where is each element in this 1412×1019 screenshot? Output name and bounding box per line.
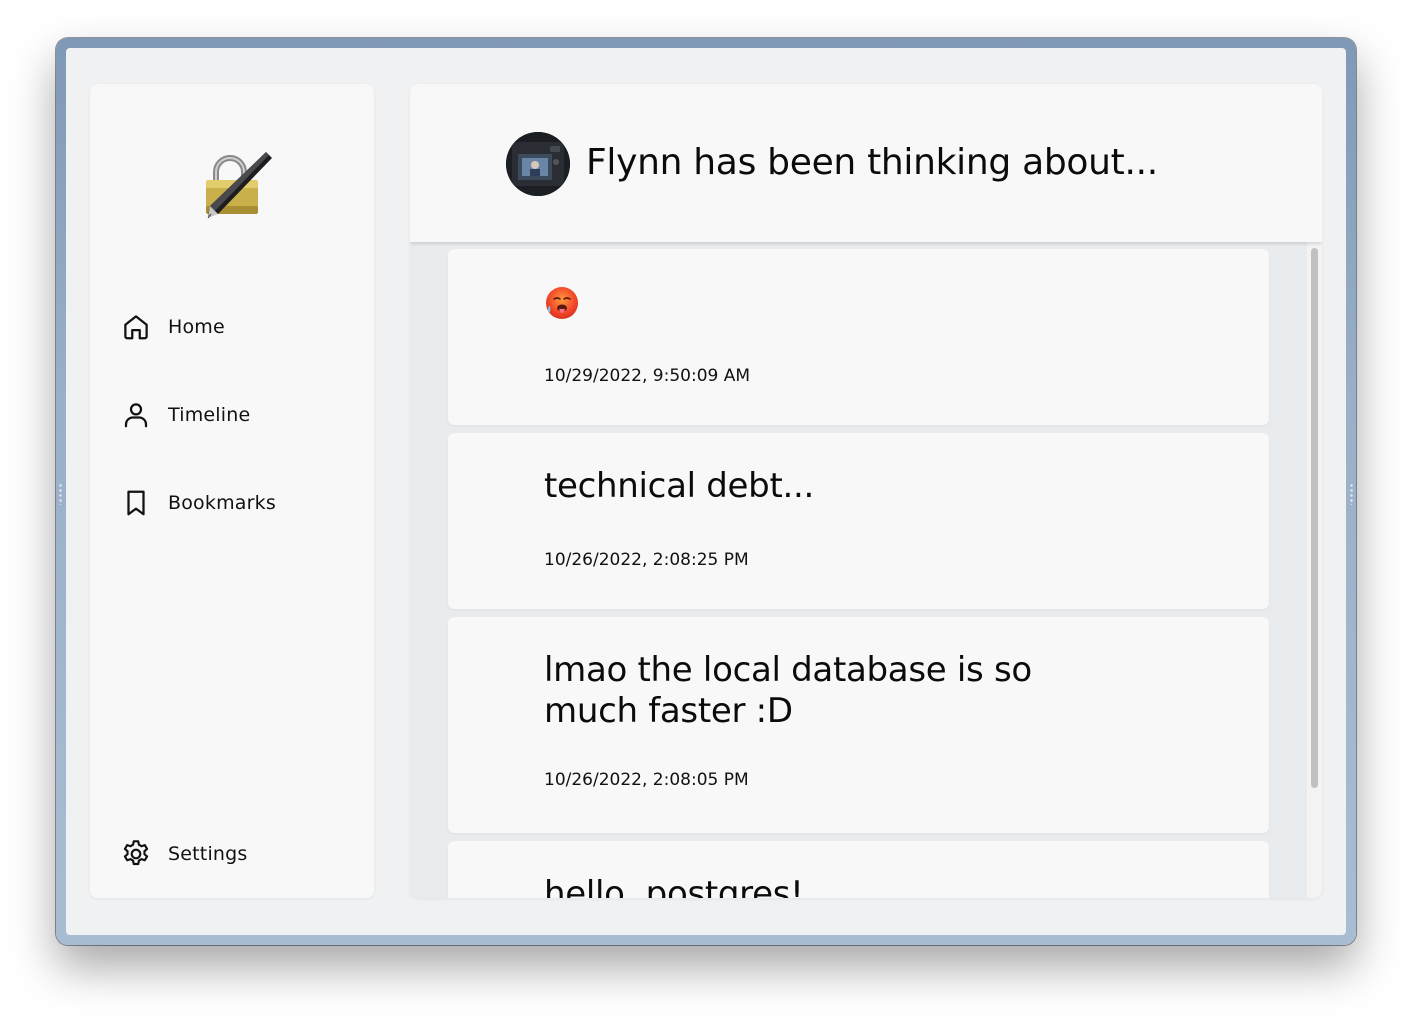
home-icon <box>120 311 152 343</box>
page-title: Flynn has been thinking about... <box>586 142 1158 183</box>
sidebar-item-label: Bookmarks <box>168 492 276 514</box>
resize-handle-left[interactable] <box>59 483 62 505</box>
avatar[interactable] <box>506 132 570 196</box>
hot-face-emoji <box>545 286 579 320</box>
sidebar-item-label: Settings <box>168 843 248 865</box>
gear-icon <box>120 838 152 870</box>
post-timestamp: 10/26/2022, 2:08:05 PM <box>544 770 749 790</box>
sidebar-item-bookmarks[interactable]: Bookmarks <box>120 486 276 520</box>
window-content: Home Timeline Bookmarks Settings Flynn h… <box>66 48 1346 935</box>
post-card[interactable]: 10/29/2022, 9:50:09 AM <box>448 249 1269 425</box>
post-text: hello, postgres! <box>544 874 804 898</box>
user-icon <box>120 399 152 431</box>
pen-lock-logo <box>194 144 274 224</box>
post-card[interactable]: lmao the local database is so much faste… <box>448 617 1269 833</box>
post-timestamp: 10/26/2022, 2:08:25 PM <box>544 550 749 570</box>
sidebar: Home Timeline Bookmarks Settings <box>90 84 374 898</box>
post-text: technical debt... <box>544 466 815 506</box>
bookmark-icon <box>120 487 152 519</box>
resize-handle-right[interactable] <box>1350 483 1353 505</box>
sidebar-item-label: Home <box>168 316 225 338</box>
post-card[interactable]: technical debt... 10/26/2022, 2:08:25 PM <box>448 433 1269 609</box>
sidebar-item-settings[interactable]: Settings <box>120 837 248 871</box>
sidebar-item-label: Timeline <box>168 404 251 426</box>
scrollbar-thumb[interactable] <box>1311 248 1318 788</box>
post-timestamp: 10/29/2022, 9:50:09 AM <box>544 366 751 386</box>
sidebar-item-home[interactable]: Home <box>120 310 225 344</box>
main-panel: Flynn has been thinking about... 10/29/2… <box>410 84 1322 898</box>
app-window: Home Timeline Bookmarks Settings Flynn h… <box>56 38 1356 945</box>
post-feed[interactable]: 10/29/2022, 9:50:09 AM technical debt...… <box>448 249 1269 898</box>
post-card[interactable]: hello, postgres! <box>448 841 1269 898</box>
scrollbar[interactable] <box>1307 242 1322 898</box>
post-text: lmao the local database is so much faste… <box>544 650 1032 731</box>
sidebar-item-timeline[interactable]: Timeline <box>120 398 250 432</box>
profile-header: Flynn has been thinking about... <box>410 84 1322 242</box>
